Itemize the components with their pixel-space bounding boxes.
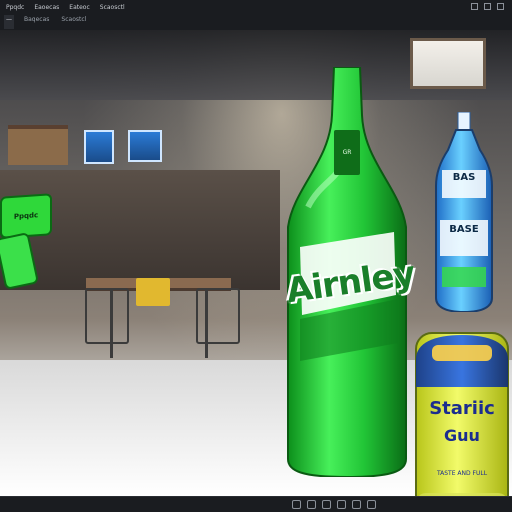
close-icon[interactable] (497, 3, 504, 10)
shelf (8, 125, 68, 165)
bottle-neck-label: GR (334, 130, 360, 175)
can-label-line2: Guu (444, 426, 480, 445)
viewport[interactable]: Ppqdc GR Airnley BAS BASE Stariic Guu TA… (0, 30, 512, 496)
neon-sign (84, 130, 114, 164)
toolbar-icon[interactable] (367, 500, 376, 509)
bottle-neck-label-text: GR (342, 149, 352, 156)
menu-item-1[interactable]: Ppqdc (4, 3, 26, 12)
chair (85, 288, 129, 344)
minimize-icon[interactable] (471, 3, 478, 10)
toolbar-icon[interactable] (292, 500, 301, 509)
blue-bottle-icon (435, 112, 493, 312)
status-bar (0, 496, 512, 512)
tab-strip: — Baqecas Scaostcl (0, 15, 512, 29)
window (410, 38, 486, 89)
green-sign: Ppqdc (0, 193, 52, 239)
blue-bottle-label-top: BAS (452, 172, 476, 183)
menu-item-3[interactable]: Eateoc (67, 3, 91, 12)
blue-bottle-label-middle: BASE (449, 224, 479, 235)
menu-bar: Ppqdc Eaoecas Eateoc Scaosctl (4, 3, 127, 12)
green-bottle: GR Airnley (282, 67, 417, 477)
toolbar-icon[interactable] (352, 500, 361, 509)
can-small-text: TASTE AND FULL (436, 470, 488, 477)
neon-sign (128, 130, 162, 162)
window-controls (471, 3, 504, 10)
chair (196, 288, 240, 344)
maximize-icon[interactable] (484, 3, 491, 10)
tab-3[interactable]: Scaostcl (59, 15, 88, 29)
tab-1[interactable]: — (4, 15, 14, 29)
status-icons (292, 500, 376, 509)
can-label-line1: Stariic (429, 398, 495, 419)
menu-item-4[interactable]: Scaosctl (98, 3, 127, 12)
toolbar-icon[interactable] (322, 500, 331, 509)
toolbar-icon[interactable] (337, 500, 346, 509)
app-window: Ppqdc Eaoecas Eateoc Scaosctl — Baqecas … (0, 0, 512, 512)
blue-bottle (434, 112, 494, 312)
green-sign-text: Ppqdc (13, 211, 39, 221)
toolbar-icon[interactable] (307, 500, 316, 509)
title-bar: Ppqdc Eaoecas Eateoc Scaosctl — Baqecas … (0, 0, 512, 31)
menu-item-2[interactable]: Eaoecas (32, 3, 61, 12)
tab-2[interactable]: Baqecas (22, 15, 51, 29)
yellow-chair (136, 278, 170, 306)
